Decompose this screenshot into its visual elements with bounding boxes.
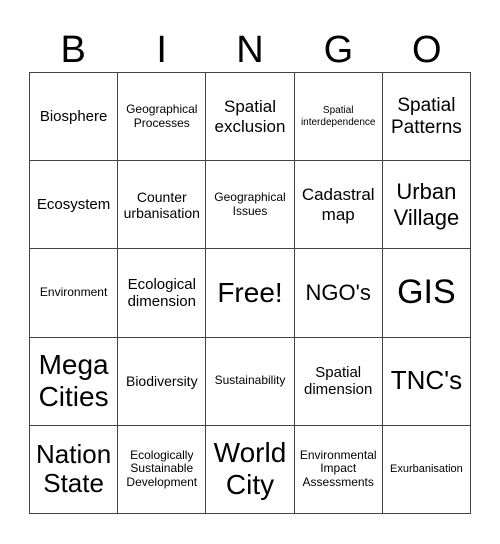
bingo-cell[interactable]: TNC's: [382, 337, 471, 426]
bingo-cell[interactable]: Geographical Processes: [118, 73, 207, 162]
bingo-header: B I N G O: [29, 28, 471, 72]
bingo-cell[interactable]: Sustainability: [206, 337, 295, 426]
bingo-cell[interactable]: Ecologically Sustainable Development: [118, 425, 207, 514]
header-letter-g: G: [323, 29, 354, 71]
header-letter-b: B: [60, 29, 86, 71]
bingo-cell[interactable]: Environmental Impact Assessments: [294, 425, 383, 514]
bingo-cell[interactable]: Geographical Issues: [206, 161, 295, 250]
bingo-grid: Biosphere Geographical Processes Spatial…: [29, 72, 471, 514]
free-space[interactable]: Free!: [206, 249, 295, 338]
bingo-cell[interactable]: Urban Village: [382, 161, 471, 250]
bingo-cell[interactable]: Spatial interdependence: [294, 73, 383, 162]
bingo-cell[interactable]: Spatial exclusion: [206, 73, 295, 162]
bingo-cell[interactable]: Spatial Patterns: [382, 73, 471, 162]
bingo-cell[interactable]: Spatial dimension: [294, 337, 383, 426]
header-letter-n: N: [236, 29, 264, 71]
bingo-cell[interactable]: Biosphere: [30, 73, 119, 162]
bingo-cell[interactable]: Ecological dimension: [118, 249, 207, 338]
bingo-cell[interactable]: World City: [206, 425, 295, 514]
bingo-cell[interactable]: Exurbanisation: [382, 425, 471, 514]
bingo-cell[interactable]: Environment: [30, 249, 119, 338]
bingo-cell[interactable]: Cadastral map: [294, 161, 383, 250]
bingo-cell[interactable]: Ecosystem: [30, 161, 119, 250]
header-letter-o: O: [412, 29, 442, 71]
bingo-cell[interactable]: Nation State: [30, 425, 119, 514]
bingo-cell[interactable]: NGO's: [294, 249, 383, 338]
header-letter-i: I: [156, 29, 167, 71]
bingo-cell[interactable]: Counter urbanisation: [118, 161, 207, 250]
bingo-cell[interactable]: Biodiversity: [118, 337, 207, 426]
bingo-cell[interactable]: GIS: [382, 249, 471, 338]
bingo-cell[interactable]: Mega Cities: [30, 337, 119, 426]
